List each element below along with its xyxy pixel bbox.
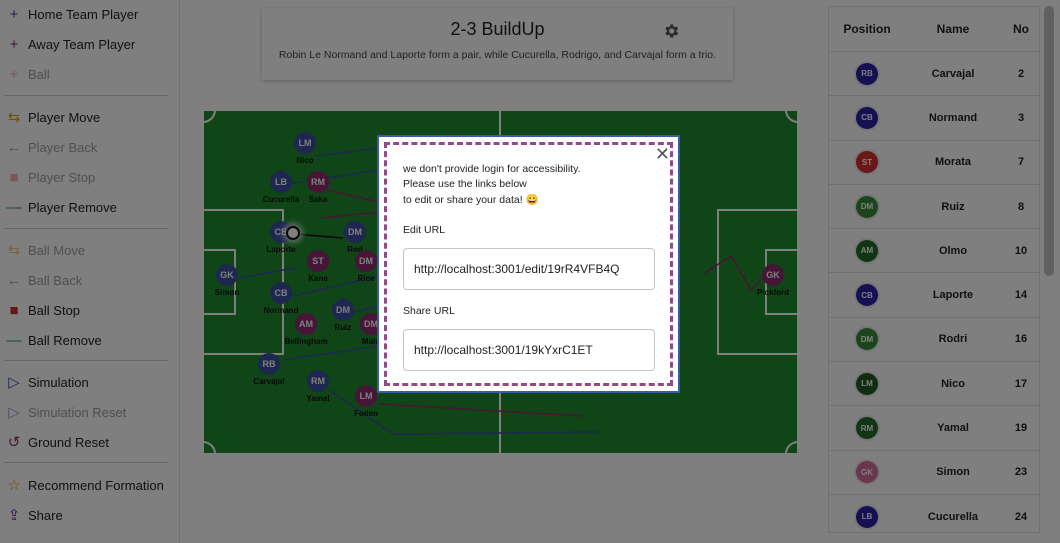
close-icon[interactable]: ✕ [655, 145, 670, 163]
share-dialog: ✕ we don't provide login for accessibili… [377, 135, 680, 393]
dialog-message-line1: we don't provide login for accessibility… [403, 163, 581, 175]
share-url-label: Share URL [403, 305, 455, 317]
dialog-message-line3: to edit or share your data! 😀 [403, 194, 539, 206]
edit-url-label: Edit URL [403, 224, 446, 236]
edit-url-field[interactable]: http://localhost:3001/edit/19rR4VFB4Q [403, 248, 655, 290]
dialog-message-line2: Please use the links below [403, 178, 527, 190]
share-url-field[interactable]: http://localhost:3001/19kYxrC1ET [403, 329, 655, 371]
